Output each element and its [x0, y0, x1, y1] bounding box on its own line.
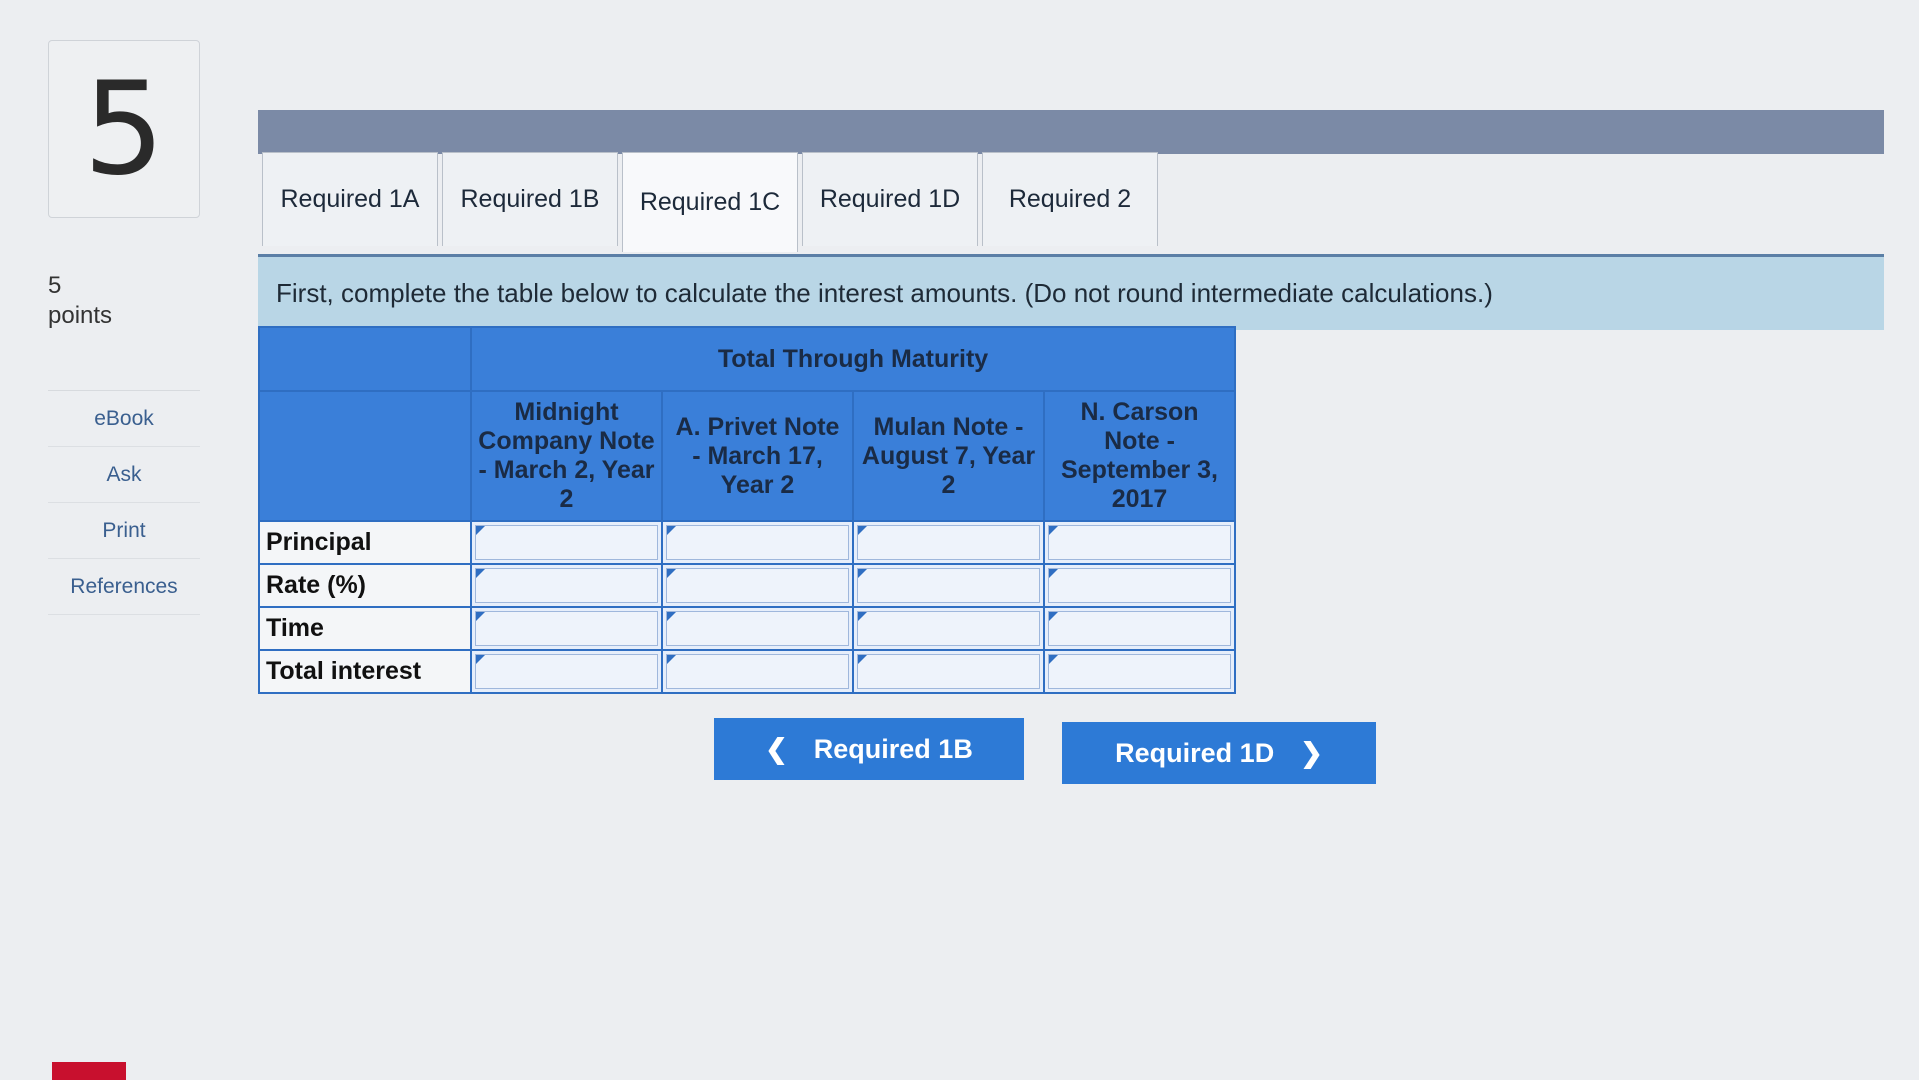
tab-required-1a[interactable]: Required 1A [262, 152, 438, 246]
rate-input-3[interactable] [857, 568, 1040, 603]
tab-required-1d[interactable]: Required 1D [802, 152, 978, 246]
group-header: Total Through Maturity [469, 326, 1237, 392]
ebook-link[interactable]: eBook [48, 391, 200, 447]
next-button-label: Required 1D [1115, 737, 1275, 768]
cell-marker-icon [667, 655, 676, 664]
total-interest-cell [470, 649, 663, 694]
column-header: A. Privet Note - March 17, Year 2 [661, 390, 854, 522]
chevron-left-icon: ❮ [765, 733, 788, 764]
rate-input-2[interactable] [666, 568, 849, 603]
previous-required-button[interactable]: ❮ Required 1B [714, 718, 1024, 780]
total-interest-cell [1042, 649, 1237, 694]
tab-required-1c[interactable]: Required 1C [622, 152, 798, 252]
rate-input-1[interactable] [475, 568, 658, 603]
tab-bar: Required 1A Required 1B Required 1C Requ… [262, 152, 1158, 252]
table-row: Time [258, 606, 1237, 651]
page-root: 5 5 points eBook Ask Print References Re… [0, 0, 1919, 1080]
principal-cell [470, 520, 663, 565]
cell-marker-icon [1049, 526, 1058, 535]
tab-required-1b[interactable]: Required 1B [442, 152, 618, 246]
rate-cell [470, 563, 663, 608]
time-cell [661, 606, 854, 651]
row-label-total-interest: Total interest [258, 649, 472, 694]
references-link[interactable]: References [48, 559, 200, 615]
principal-input-3[interactable] [857, 525, 1040, 560]
total-interest-input-2[interactable] [666, 654, 849, 689]
time-cell [1042, 606, 1237, 651]
cell-marker-icon [667, 612, 676, 621]
cell-marker-icon [858, 655, 867, 664]
next-required-button[interactable]: Required 1D ❯ [1062, 722, 1376, 784]
time-cell [852, 606, 1045, 651]
time-cell [470, 606, 663, 651]
principal-input-4[interactable] [1048, 525, 1232, 560]
cell-marker-icon [858, 569, 867, 578]
column-header: N. Carson Note - September 3, 2017 [1042, 390, 1237, 522]
tab-required-2[interactable]: Required 2 [982, 152, 1158, 246]
cell-marker-icon [858, 612, 867, 621]
side-links: eBook Ask Print References [48, 390, 200, 615]
cell-marker-icon [667, 569, 676, 578]
publisher-logo [52, 1062, 126, 1080]
cell-marker-icon [476, 569, 485, 578]
row-label-time: Time [258, 606, 472, 651]
question-number: 5 [48, 40, 200, 218]
table-row: Principal [258, 520, 1237, 565]
cell-marker-icon [858, 526, 867, 535]
header-bar [258, 110, 1884, 154]
time-input-1[interactable] [475, 611, 658, 646]
cell-marker-icon [1049, 569, 1058, 578]
principal-cell [661, 520, 854, 565]
instruction-banner: First, complete the table below to calcu… [258, 254, 1884, 330]
print-link[interactable]: Print [48, 503, 200, 559]
total-interest-input-3[interactable] [857, 654, 1040, 689]
row-label-principal: Principal [258, 520, 472, 565]
table-row: Rate (%) [258, 563, 1237, 608]
column-header: Midnight Company Note - March 2, Year 2 [470, 390, 663, 522]
cell-marker-icon [476, 612, 485, 621]
principal-cell [852, 520, 1045, 565]
total-interest-cell [852, 649, 1045, 694]
total-interest-input-1[interactable] [475, 654, 658, 689]
points-value: 5 [48, 272, 62, 299]
column-header: Mulan Note - August 7, Year 2 [852, 390, 1045, 522]
cell-marker-icon [667, 526, 676, 535]
table-row: Total interest [258, 649, 1237, 694]
chevron-right-icon: ❯ [1300, 737, 1323, 768]
table-corner [258, 326, 472, 392]
total-interest-cell [661, 649, 854, 694]
time-input-3[interactable] [857, 611, 1040, 646]
interest-table: Total Through Maturity Midnight Company … [258, 326, 1237, 694]
time-input-4[interactable] [1048, 611, 1232, 646]
rate-cell [852, 563, 1045, 608]
principal-cell [1042, 520, 1237, 565]
cell-marker-icon [476, 655, 485, 664]
cell-marker-icon [476, 526, 485, 535]
rate-cell [661, 563, 854, 608]
ask-link[interactable]: Ask [48, 447, 200, 503]
row-label-rate: Rate (%) [258, 563, 472, 608]
instruction-text: First, complete the table below to calcu… [276, 278, 1493, 308]
table-corner-2 [258, 390, 472, 522]
principal-input-2[interactable] [666, 525, 849, 560]
previous-button-label: Required 1B [813, 733, 973, 764]
rate-input-4[interactable] [1048, 568, 1232, 603]
points-label: points [48, 302, 113, 329]
total-interest-input-4[interactable] [1048, 654, 1232, 689]
principal-input-1[interactable] [475, 525, 658, 560]
time-input-2[interactable] [666, 611, 849, 646]
cell-marker-icon [1049, 655, 1058, 664]
cell-marker-icon [1049, 612, 1058, 621]
rate-cell [1042, 563, 1237, 608]
